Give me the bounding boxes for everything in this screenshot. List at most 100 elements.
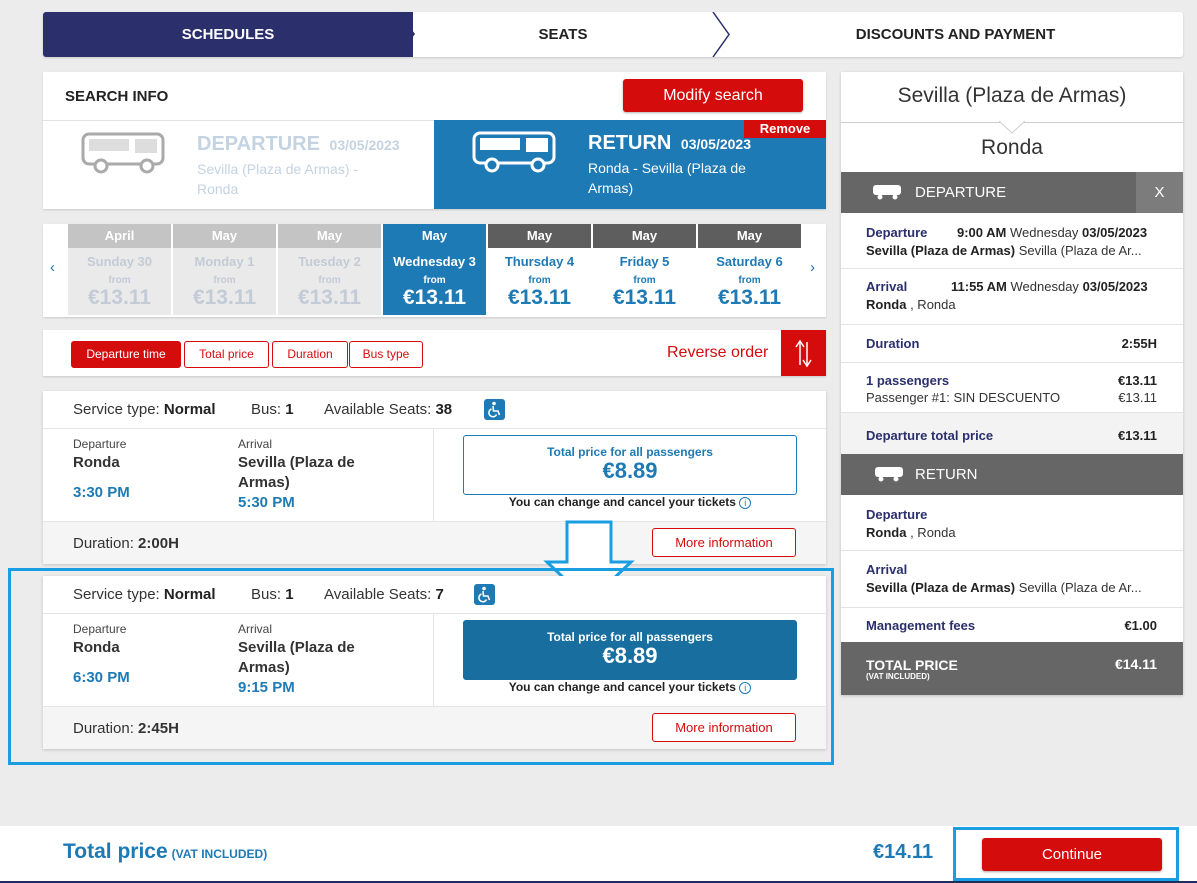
sort-departure-time-button[interactable]: Departure time xyxy=(71,341,181,368)
date-day: Sunday 30 xyxy=(86,254,153,269)
date-day: Tuesday 2 xyxy=(298,254,361,269)
trip-service-info: Service type: Normal Bus: 1 Available Se… xyxy=(43,391,826,429)
date-month: May xyxy=(488,224,591,248)
date-option[interactable]: May Wednesday 3 from €13.11 xyxy=(383,224,486,315)
bus-number: Bus: 1 xyxy=(251,401,294,418)
dep-arrival-station: Ronda xyxy=(866,297,907,312)
next-dates-button[interactable]: › xyxy=(810,259,815,276)
departure-total-label: Departure total price xyxy=(866,428,994,443)
duration-value: 2:00H xyxy=(138,535,179,552)
reverse-order-label[interactable]: Reverse order xyxy=(667,344,768,362)
seats-label: Available Seats: xyxy=(324,401,432,418)
reverse-order-button[interactable] xyxy=(781,330,826,376)
summary-total: TOTAL PRICE (VAT INCLUDED) €14.11 xyxy=(841,642,1183,695)
footer-vat-label: (VAT INCLUDED) xyxy=(171,847,268,861)
date-selector: ‹ › April Sunday 30 from €13.11 May Monday 1f… xyxy=(43,224,826,317)
ret-departure-city: , Ronda xyxy=(910,525,956,540)
summary-ret-arrival: Arrival Sevilla (Plaza de Armas) Sevilla… xyxy=(841,551,1183,608)
departure-city: Ronda xyxy=(73,454,120,471)
close-summary-button[interactable]: X xyxy=(1136,172,1183,213)
passenger-1-label: Passenger #1: SIN DESCUENTO xyxy=(866,390,1061,405)
date-option[interactable]: May Tuesday 2 from €13.11 xyxy=(278,224,381,315)
fees-value: €1.00 xyxy=(1124,618,1157,633)
dep-arrival-datetime: 11:55 AM Wednesday 03/05/2023 xyxy=(951,279,1148,294)
return-label: RETURN 03/05/2023 xyxy=(588,132,751,155)
progress-steps: SCHEDULES SEATS DISCOUNTS AND PAYMENT xyxy=(43,12,1183,57)
duration-label: Duration: xyxy=(73,535,134,552)
date-price: €13.11 xyxy=(612,286,677,309)
return-date: 03/05/2023 xyxy=(680,136,751,152)
price-select-button[interactable]: Total price for all passengers €8.89 xyxy=(463,435,797,495)
ret-arrival-station: Sevilla (Plaza de Armas) xyxy=(866,580,1016,595)
ret-arrival-place: Sevilla (Plaza de Armas) Sevilla (Plaza … xyxy=(866,580,1142,595)
date-option[interactable]: May Thursday 4 from €13.11 xyxy=(488,224,591,315)
departure-label: Departure xyxy=(73,437,127,451)
service-type-value: Normal xyxy=(163,401,216,418)
more-information-button[interactable]: More information xyxy=(652,528,796,557)
date-price: €13.11 xyxy=(402,286,467,309)
date-option[interactable]: May Saturday 6 from €13.11 xyxy=(698,224,801,315)
arrival-label: Arrival xyxy=(238,437,273,451)
step-arrow xyxy=(399,12,415,56)
arrival-time: 5:30 PM xyxy=(238,494,295,511)
trip-result-card[interactable]: Service type: Normal Bus: 1 Available Se… xyxy=(43,391,826,564)
return-label-text: RETURN xyxy=(588,132,672,154)
search-info-card: SEARCH INFO Modify search DEPARTURE 03/0… xyxy=(43,72,826,209)
total-price-value: €14.11 xyxy=(1114,656,1157,672)
prev-dates-button[interactable]: ‹ xyxy=(50,259,55,276)
date-from: from xyxy=(108,275,131,286)
return-trip-tab[interactable]: RETURN 03/05/2023 Ronda - Sevilla (Plaza… xyxy=(434,120,826,209)
sort-total-price-button[interactable]: Total price xyxy=(184,341,269,368)
date-option[interactable]: May Friday 5 from €13.11 xyxy=(593,224,696,315)
bus-icon xyxy=(875,467,903,482)
dep-departure-date: 03/05/2023 xyxy=(1082,225,1148,240)
date-price: €13.11 xyxy=(717,286,782,309)
dep-departure-day: Wednesday xyxy=(1010,225,1079,240)
date-day: Wednesday 3 xyxy=(393,254,476,269)
remove-return-button[interactable]: Remove xyxy=(744,120,826,138)
service-type-label: Service type: xyxy=(73,401,160,418)
dep-departure-station: Sevilla (Plaza de Armas) xyxy=(866,243,1016,258)
dep-arrival-label: Arrival xyxy=(866,279,908,294)
return-route: Ronda - Sevilla (Plaza de Armas) xyxy=(588,160,746,196)
date-option[interactable]: May Monday 1 from €13.11 xyxy=(173,224,276,315)
date-month: May xyxy=(698,224,801,248)
summary-dep-departure: Departure 9:00 AM Wednesday 03/05/2023 S… xyxy=(841,213,1183,269)
passenger-1-price: €13.11 xyxy=(1118,390,1157,405)
dep-arrival-line: Arrival xyxy=(866,279,907,294)
ret-departure-place: Ronda , Ronda xyxy=(866,525,956,540)
ret-arrival-city: Sevilla (Plaza de Ar... xyxy=(1018,580,1142,595)
departure-label: DEPARTURE 03/05/2023 xyxy=(197,133,400,156)
modify-search-button[interactable]: Modify search xyxy=(623,79,803,112)
change-cancel-note: You can change and cancel your tickets i xyxy=(463,495,797,509)
sort-bus-type-button[interactable]: Bus type xyxy=(349,341,423,368)
date-price: €13.11 xyxy=(507,286,572,309)
summary-departure-header: DEPARTURE X xyxy=(841,172,1183,213)
total-price-label: TOTAL PRICE xyxy=(866,657,958,673)
duration-label: Duration xyxy=(866,336,920,351)
date-price: €13.11 xyxy=(87,286,152,309)
available-seats: Available Seats: 38 xyxy=(324,401,452,418)
sort-duration-button[interactable]: Duration xyxy=(272,341,348,368)
date-month: April xyxy=(68,224,171,248)
date-day: Saturday 6 xyxy=(716,254,783,269)
ret-departure-station: Ronda xyxy=(866,525,907,540)
step-discounts-payment: DISCOUNTS AND PAYMENT xyxy=(855,26,1056,43)
wheelchair-icon xyxy=(484,399,505,420)
dep-arrival-city: , Ronda xyxy=(910,297,956,312)
total-vat-label: (VAT INCLUDED) xyxy=(866,672,930,681)
summary-dep-arrival: Arrival 11:55 AM Wednesday 03/05/2023 Ro… xyxy=(841,269,1183,325)
continue-button[interactable]: Continue xyxy=(982,838,1162,871)
price-value: €8.89 xyxy=(602,458,658,483)
date-option[interactable]: April Sunday 30 from €13.11 xyxy=(68,224,171,315)
departure-trip-tab[interactable]: DEPARTURE 03/05/2023 Sevilla (Plaza de A… xyxy=(43,120,434,209)
dep-arrival-day: Wednesday xyxy=(1010,279,1079,294)
date-month: May xyxy=(173,224,276,248)
date-day: Thursday 4 xyxy=(504,254,575,269)
info-icon[interactable]: i xyxy=(739,496,752,509)
bus-value: 1 xyxy=(285,401,294,418)
departure-label-text: DEPARTURE xyxy=(197,133,320,155)
dep-departure-city: Sevilla (Plaza de Ar... xyxy=(1018,243,1142,258)
departure-route: Sevilla (Plaza de Armas) - Ronda xyxy=(197,161,359,197)
footer-total-label: Total price (VAT INCLUDED) xyxy=(63,840,267,864)
